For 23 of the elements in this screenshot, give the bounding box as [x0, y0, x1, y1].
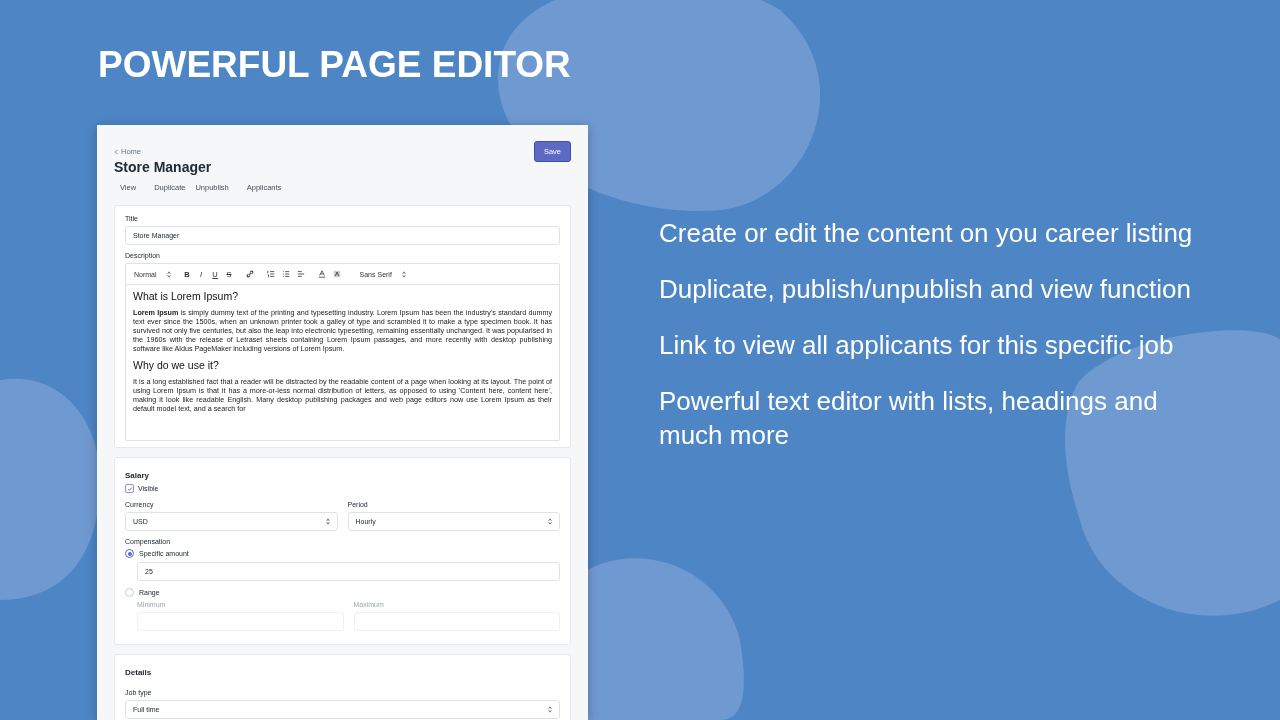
visible-checkbox[interactable] [125, 484, 134, 493]
highlight-icon[interactable] [332, 270, 341, 278]
align-left-icon[interactable] [296, 270, 305, 278]
link-icon[interactable] [245, 270, 254, 278]
text-color-icon[interactable] [317, 270, 326, 278]
page-title: Store Manager [114, 159, 213, 175]
updown-icon [166, 270, 171, 278]
updown-icon [401, 270, 406, 278]
section-heading: Details [125, 668, 153, 677]
feature-text: Duplicate, publish/unpublish and view function [659, 273, 1192, 306]
updown-icon [325, 518, 330, 525]
updown-icon [548, 518, 552, 525]
updown-icon [548, 706, 552, 713]
feature-text: Powerful text editor with lists, headings and much more [659, 385, 1159, 452]
bullet-list-icon[interactable] [281, 270, 290, 278]
section-heading: Salary [125, 471, 151, 480]
feature-text: Create or edit the content on you career listing [659, 217, 1194, 250]
page-headline: POWERFUL PAGE EDITOR [98, 44, 572, 87]
editor-heading: Why do we use it? [133, 359, 220, 371]
feature-text: Link to view all applicants for this specific job [659, 329, 1175, 362]
chevron-left-icon [114, 148, 118, 155]
editor-heading: What is Lorem Ipsum? [133, 290, 240, 302]
numbered-list-icon[interactable] [266, 270, 275, 278]
